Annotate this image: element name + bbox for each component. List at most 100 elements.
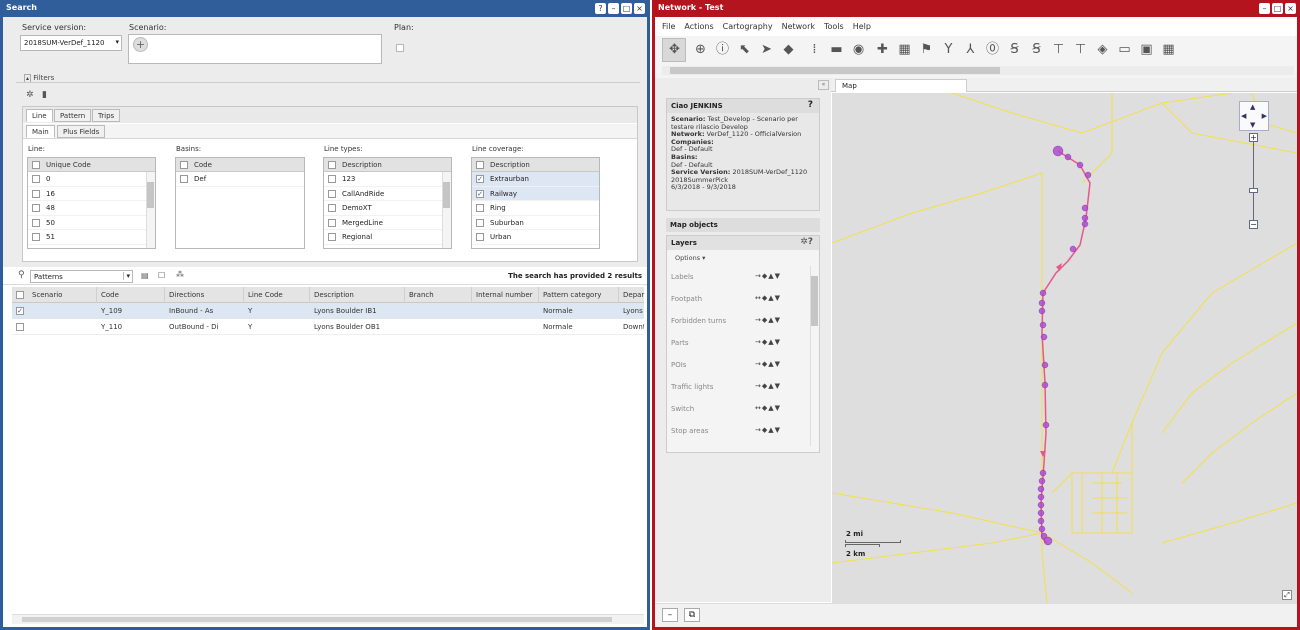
pin-variant-icon[interactable]: ⊤ <box>1072 41 1089 58</box>
menu-help[interactable]: Help <box>853 22 871 31</box>
list-item[interactable]: 16 <box>28 187 155 201</box>
item-checkbox[interactable] <box>32 189 40 198</box>
menu-network[interactable]: Network <box>782 22 815 31</box>
table-icon[interactable]: ▦ <box>1160 41 1177 58</box>
route-icon[interactable]: ⚑ <box>918 41 935 58</box>
layer-row[interactable]: Labels →◆▲▼ <box>667 266 807 288</box>
close-icon[interactable]: × <box>634 3 645 14</box>
stop-icon[interactable]: ⓪ <box>984 41 1001 58</box>
list-item[interactable]: 50 <box>28 216 155 230</box>
pan-icon[interactable]: ✥ <box>666 41 683 58</box>
pan-right-icon[interactable]: ▶ <box>1262 112 1267 120</box>
panel-icon[interactable]: ▣ <box>1138 41 1155 58</box>
layer-row[interactable]: POIs →◆▲▼ <box>667 354 807 376</box>
pin-icon[interactable]: ⊤ <box>1050 41 1067 58</box>
add-scenario-icon[interactable]: + <box>133 37 148 52</box>
list-item[interactable]: 123 <box>324 172 451 187</box>
row-checkbox[interactable]: ✓ <box>16 307 24 315</box>
column-directions[interactable]: Directions <box>165 287 244 303</box>
settings-icon[interactable]: ✲ <box>26 90 34 100</box>
column-scenario[interactable]: Scenario <box>12 287 97 303</box>
scrollbar[interactable] <box>146 172 155 248</box>
maximize-icon[interactable]: □ <box>621 3 632 14</box>
settings-help-icon[interactable]: ✲? <box>800 237 813 247</box>
list-item[interactable]: DemoXT <box>324 201 451 216</box>
pan-left-icon[interactable]: ◀ <box>1241 112 1246 120</box>
help-icon[interactable]: ? <box>808 100 813 110</box>
item-checkbox[interactable] <box>328 189 336 198</box>
tab-main[interactable]: Main <box>26 125 55 138</box>
item-checkbox[interactable] <box>32 204 40 212</box>
pointer-icon[interactable]: ⬉ <box>736 41 753 58</box>
search-icon[interactable]: ⚲ <box>18 270 25 280</box>
column-pattern-category[interactable]: Pattern category <box>539 287 619 303</box>
line-coverage-list[interactable]: Description ✓ Extraurban ✓ Railway Ring Su… <box>471 157 600 249</box>
zoom-slider-handle[interactable] <box>1249 188 1258 193</box>
layer-row[interactable]: Footpath ↔◆▲▼ <box>667 288 807 310</box>
column-code[interactable]: Code <box>97 287 165 303</box>
line-icon[interactable]: Ꞩ <box>1006 41 1023 58</box>
checked-checkbox[interactable]: ✓ <box>476 175 484 183</box>
layer-controls[interactable]: →◆▲▼ <box>755 382 781 390</box>
list-item[interactable]: 51 <box>28 230 155 245</box>
list-item[interactable]: ✓ Extraurban <box>472 172 599 187</box>
scrollbar-thumb[interactable] <box>22 617 612 622</box>
item-checkbox[interactable] <box>32 175 40 183</box>
select-all-checkbox[interactable] <box>16 291 24 299</box>
column-branch[interactable]: Branch <box>405 287 472 303</box>
pan-up-icon[interactable]: ▲ <box>1250 103 1255 111</box>
item-checkbox[interactable] <box>32 233 40 241</box>
layer-row[interactable]: Parts →◆▲▼ <box>667 332 807 354</box>
close-icon[interactable]: × <box>1285 3 1296 14</box>
layer-controls[interactable]: →◆▲▼ <box>755 272 781 280</box>
pan-down-icon[interactable]: ▼ <box>1250 121 1255 129</box>
item-checkbox[interactable] <box>476 218 484 227</box>
results-type-select[interactable]: Patterns ▾ <box>30 270 133 283</box>
folder-icon[interactable]: ▤ <box>141 271 149 280</box>
scrollbar-thumb[interactable] <box>443 182 450 208</box>
service-version-select[interactable]: 2018SUM-VerDef_1120 ▾ <box>20 35 122 51</box>
row-checkbox[interactable] <box>16 323 24 331</box>
column-description[interactable]: Description <box>310 287 405 303</box>
menu-actions[interactable]: Actions <box>684 22 713 31</box>
tab-pattern[interactable]: Pattern <box>54 109 92 122</box>
zoom-icon[interactable]: ⊕ <box>692 41 709 58</box>
eraser-icon[interactable]: ◆ <box>780 41 797 58</box>
layer-row[interactable]: Traffic lights →◆▲▼ <box>667 376 807 398</box>
layer-row[interactable]: Forbidden turns →◆▲▼ <box>667 310 807 332</box>
item-checkbox[interactable] <box>476 233 484 241</box>
scrollbar[interactable] <box>810 266 819 446</box>
zoom-in-icon[interactable]: + <box>1249 133 1258 142</box>
filter-icon[interactable]: ⁂ <box>176 270 184 279</box>
line-variant-icon[interactable]: Ꞩ <box>1028 41 1045 58</box>
basins-list[interactable]: Code Def <box>175 157 305 249</box>
list-item[interactable]: Regional <box>324 230 451 245</box>
minimize-icon[interactable]: – <box>1259 3 1270 14</box>
collapse-panel-icon[interactable]: « <box>818 80 829 90</box>
scrollbar[interactable] <box>442 172 451 248</box>
area-icon[interactable]: ▭ <box>1116 41 1133 58</box>
layer-controls[interactable]: ↔◆▲▼ <box>755 404 781 412</box>
select-all-checkbox[interactable] <box>328 161 336 169</box>
zoom-out-icon[interactable]: − <box>1249 220 1258 229</box>
tab-map[interactable]: Map <box>835 79 967 92</box>
list-item[interactable]: 48 <box>28 201 155 216</box>
item-checkbox[interactable] <box>328 204 336 212</box>
item-checkbox[interactable] <box>328 218 336 227</box>
scrollbar-thumb[interactable] <box>811 276 818 326</box>
item-checkbox[interactable] <box>476 204 484 212</box>
menu-cartography[interactable]: Cartography <box>723 22 773 31</box>
eye-icon[interactable]: ◉ <box>850 41 867 58</box>
edit-icon[interactable]: ☐ <box>158 271 165 280</box>
layer-controls[interactable]: →◆▲▼ <box>755 338 781 346</box>
map-objects-header[interactable]: Map objects <box>666 218 820 232</box>
layer-row[interactable]: Switch ↔◆▲▼ <box>667 398 807 420</box>
minimize-icon[interactable]: – <box>608 3 619 14</box>
checked-checkbox[interactable]: ✓ <box>476 189 484 198</box>
layer-controls[interactable]: ↔◆▲▼ <box>755 294 781 302</box>
column-departure[interactable]: Depar <box>619 287 644 303</box>
menu-file[interactable]: File <box>662 22 675 31</box>
layer-controls[interactable]: →◆▲▼ <box>755 426 781 434</box>
options-dropdown[interactable]: Options ▾ <box>667 250 819 266</box>
item-checkbox[interactable] <box>32 218 40 227</box>
